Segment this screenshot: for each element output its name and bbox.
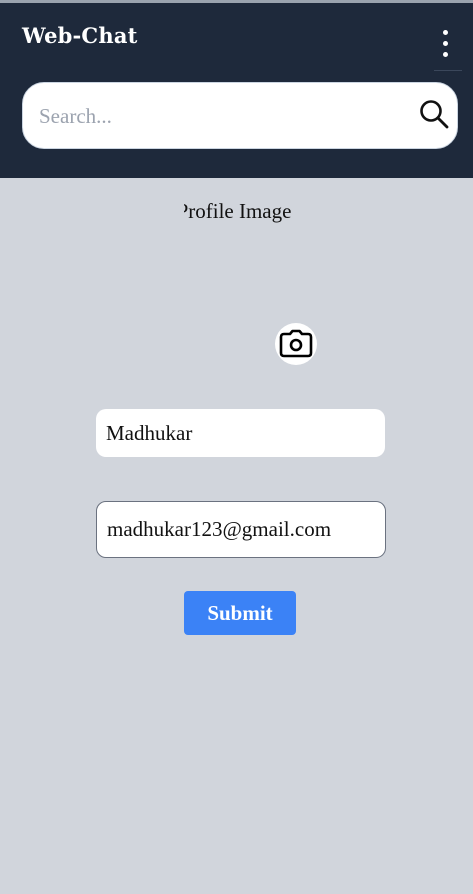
app-header: Web-Chat <box>0 3 473 178</box>
search-input[interactable] <box>39 97 409 135</box>
profile-image-label-text: Profile Image <box>184 199 292 223</box>
profile-image-label: Profile Image <box>184 199 296 227</box>
menu-dot <box>442 40 448 46</box>
menu-dot <box>442 51 448 57</box>
header-divider <box>434 70 462 71</box>
search-bar <box>22 82 458 149</box>
email-field[interactable] <box>96 501 386 558</box>
name-field[interactable] <box>96 409 385 457</box>
app-title: Web-Chat <box>22 23 138 48</box>
submit-button[interactable]: Submit <box>184 591 296 635</box>
search-icon[interactable] <box>418 98 450 130</box>
menu-dot <box>442 29 448 35</box>
camera-icon <box>279 329 313 358</box>
camera-upload-button[interactable] <box>275 323 317 365</box>
kebab-menu-icon[interactable] <box>432 23 458 63</box>
